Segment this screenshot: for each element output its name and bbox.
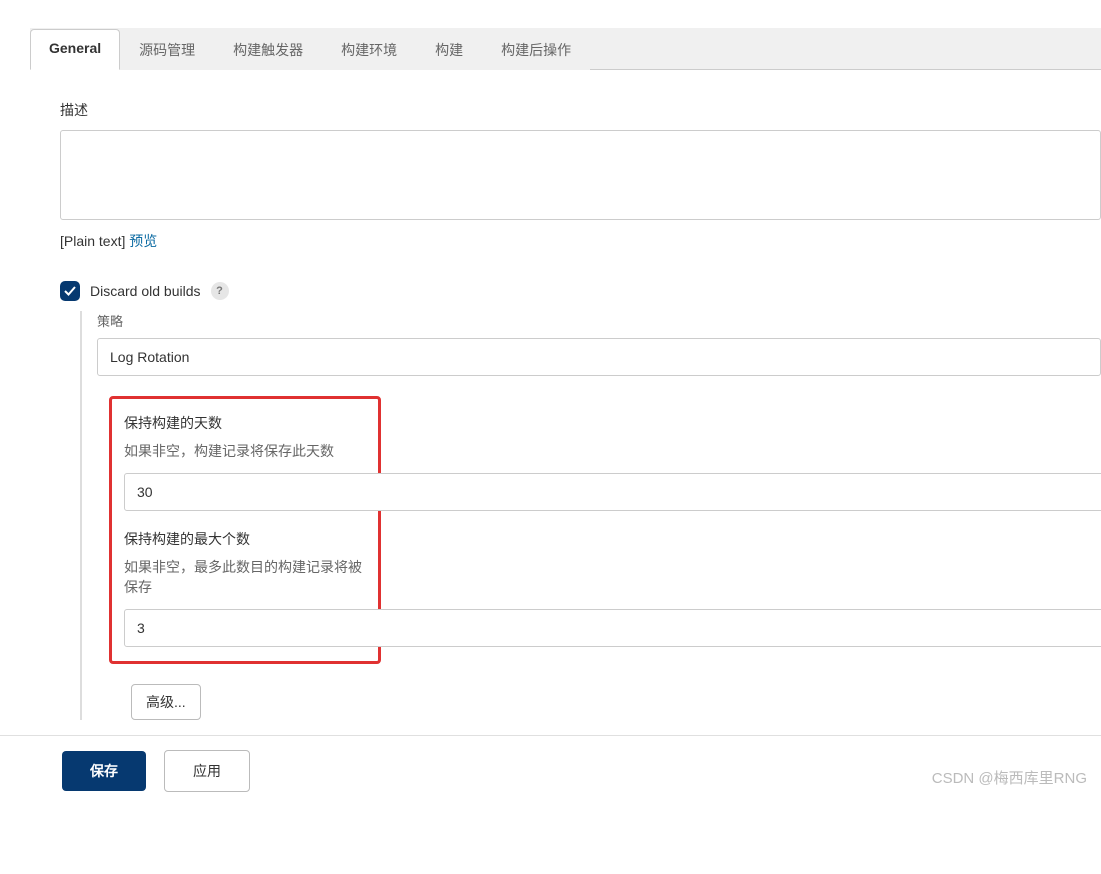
tab-build[interactable]: 构建	[416, 29, 482, 70]
max-builds-label: 保持构建的最大个数	[124, 529, 366, 549]
preview-link[interactable]: 预览	[129, 233, 157, 249]
description-label: 描述	[60, 100, 1101, 120]
config-tabs: General 源码管理 构建触发器 构建环境 构建 构建后操作	[30, 28, 1101, 70]
days-to-keep-hint: 如果非空，构建记录将保存此天数	[124, 441, 366, 461]
max-builds-input[interactable]	[124, 609, 1101, 647]
help-icon[interactable]: ?	[211, 282, 229, 300]
check-icon	[64, 285, 76, 297]
save-button[interactable]: 保存	[62, 751, 146, 791]
discard-old-builds-checkbox[interactable]	[60, 281, 80, 301]
description-input[interactable]	[60, 130, 1101, 220]
strategy-label: 策略	[97, 311, 1101, 330]
advanced-button[interactable]: 高级...	[131, 684, 201, 720]
days-to-keep-label: 保持构建的天数	[124, 413, 366, 433]
tab-scm[interactable]: 源码管理	[120, 29, 214, 70]
days-to-keep-input[interactable]	[124, 473, 1101, 511]
footer-bar: 保存 应用	[0, 735, 1101, 806]
strategy-select[interactable]: Log Rotation	[97, 338, 1101, 376]
tab-env[interactable]: 构建环境	[322, 29, 416, 70]
discard-old-builds-label: Discard old builds	[90, 283, 201, 299]
tab-triggers[interactable]: 构建触发器	[214, 29, 322, 70]
max-builds-hint: 如果非空，最多此数目的构建记录将被保存	[124, 557, 366, 597]
tab-general[interactable]: General	[30, 29, 120, 70]
apply-button[interactable]: 应用	[164, 750, 250, 792]
highlight-box: 保持构建的天数 如果非空，构建记录将保存此天数 保持构建的最大个数 如果非空，最…	[109, 396, 381, 664]
tab-post[interactable]: 构建后操作	[482, 29, 590, 70]
plaintext-label: [Plain text]	[60, 233, 125, 249]
